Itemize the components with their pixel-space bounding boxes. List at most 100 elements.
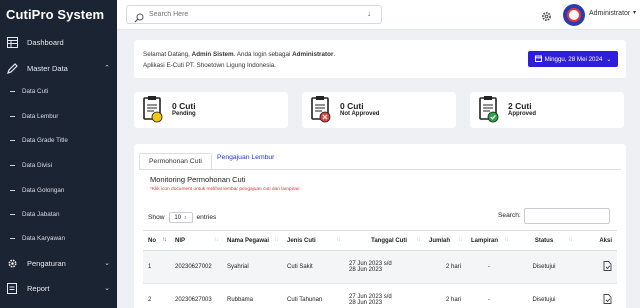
sidebar-sub-label: Data Cuti (22, 87, 49, 95)
col-header-jumlah[interactable]: Jumlah ↑↓ (424, 230, 466, 251)
col-header-status[interactable]: Status ↑↓ (512, 230, 576, 251)
sidebar-item-data-grade-title[interactable]: Data Grade Title (0, 135, 117, 145)
search-input[interactable] (149, 11, 349, 18)
date-button[interactable]: Minggu, 28 Mei 2024 ⌄ (528, 51, 618, 67)
sidebar-item-master-data[interactable]: Master Data ⌃ (0, 61, 117, 75)
sort-icon: ↑↓ (336, 237, 341, 243)
sort-icon: ↑↓ (274, 237, 279, 243)
table-header-row: No ↑↓ NIP ↑↓ Nama Pegawai ↑↓ Jenis Cuti ↑↓ T… (143, 230, 617, 251)
avatar[interactable] (563, 4, 585, 26)
table-search-label: Search: (498, 212, 521, 219)
sidebar-item-label: Master Data (27, 63, 68, 73)
sort-icon: ↑↓ (162, 237, 167, 243)
user-name[interactable]: Administrator (589, 10, 630, 17)
sidebar-item-data-cuti[interactable]: Data Cuti (0, 86, 117, 96)
cell-tanggal: 27 Jun 2023 s/d 28 Jun 2023 (344, 250, 424, 284)
col-header-nama[interactable]: Nama Pegawai ↑↓ (222, 230, 282, 251)
cell-no: 1 (143, 250, 170, 284)
sidebar-item-data-divisi[interactable]: Data Divisi (0, 160, 117, 170)
settings-gear-icon[interactable] (541, 9, 552, 21)
tab-pengajuan-lembur[interactable]: Pengajuan Lembur (217, 154, 274, 161)
welcome-role: Administrator (292, 51, 334, 58)
welcome-message: Selamat Datang, Admin Sistem. Anda login… (143, 51, 336, 58)
stat-count: 2 Cuti (508, 101, 532, 111)
stat-label: Approved (508, 111, 537, 117)
sort-icon: ↑↓ (458, 237, 463, 243)
stat-count: 0 Cuti (340, 101, 364, 111)
brand-logo: CutiPro System (6, 7, 105, 22)
dashboard-icon (6, 36, 18, 48)
entries-select[interactable]: 10 ↕ (168, 212, 193, 223)
stat-label: Not Approved (340, 111, 380, 117)
sidebar-sub-label: Data Lembur (22, 112, 59, 120)
sidebar-sub-label: Data Jabatan (22, 210, 60, 218)
clipboard-pending-icon (142, 95, 164, 123)
sidebar-item-label: Report (27, 283, 50, 293)
stat-card-approved: 2 Cuti Approved (470, 92, 624, 128)
cell-jumlah: 2 hari (424, 250, 466, 284)
panel-title: Monitoring Permohonan Cuti (150, 175, 246, 184)
col-header-jenis[interactable]: Jenis Cuti ↑↓ (282, 230, 344, 251)
col-header-no[interactable]: No ↑↓ (143, 230, 170, 251)
main-panel: Permohonan Cuti Pengajuan Lembur Monitor… (134, 144, 626, 308)
cell-aksi (576, 250, 617, 284)
stat-count: 0 Cuti (172, 101, 196, 111)
welcome-app-info: Aplikasi E-Cuti PT. Shoetown Ligung Indo… (143, 62, 277, 69)
cell-nama: Rubbama (222, 283, 282, 308)
sort-icon: ↑↓ (214, 237, 219, 243)
cell-status: Disetujui (512, 250, 576, 284)
gear-icon (6, 257, 18, 269)
cell-lampiran: - (466, 250, 512, 284)
search-icon (134, 10, 144, 22)
document-icon[interactable] (603, 261, 612, 273)
sidebar-item-report[interactable]: Report ⌄ (0, 281, 117, 295)
sidebar-sub-label: Data Karyawan (22, 234, 66, 242)
entries-label: entries (196, 214, 217, 221)
tab-permohonan-cuti[interactable]: Permohonan Cuti (139, 153, 212, 169)
pencil-icon (6, 62, 18, 74)
col-header-aksi[interactable]: Aksi (576, 230, 617, 251)
chevron-down-icon: ⌄ (104, 260, 110, 267)
entries-control: Show 10 ↕ entries (148, 212, 216, 223)
stat-label: Pending (172, 111, 196, 117)
caret-down-icon[interactable]: ▾ (633, 9, 636, 16)
table-row: 1 20230627002 Syahrial Cuti Sakit 27 Jun… (143, 250, 617, 284)
date-label: Minggu, 28 Mei 2024 (544, 55, 603, 63)
chevron-down-icon: ⌄ (104, 285, 110, 292)
clipboard-rejected-icon (310, 95, 332, 123)
report-icon (6, 282, 18, 294)
col-header-nip[interactable]: NIP ↑↓ (170, 230, 222, 251)
chevron-up-icon: ⌃ (104, 65, 110, 72)
entries-value: 10 (174, 214, 182, 221)
leave-table: No ↑↓ NIP ↑↓ Nama Pegawai ↑↓ Jenis Cuti ↑↓ T… (143, 230, 617, 308)
document-icon[interactable] (603, 294, 612, 306)
clipboard-approved-icon (478, 95, 500, 123)
sidebar: CutiPro System Dashboard Master Data ⌃ D… (0, 0, 117, 308)
search-bar[interactable]: ↓ (126, 5, 382, 24)
cell-nip: 20230627002 (170, 250, 222, 284)
sidebar-item-label: Dashboard (27, 37, 64, 47)
sidebar-item-data-lembur[interactable]: Data Lembur (0, 111, 117, 121)
sidebar-item-dashboard[interactable]: Dashboard (0, 35, 117, 49)
cell-status: Disetujui (512, 283, 576, 308)
cell-jumlah: 2 hari (424, 283, 466, 308)
cell-no: 2 (143, 283, 170, 308)
col-header-tanggal[interactable]: Tanggal Cuti ↑↓ (344, 230, 424, 251)
sort-icon: ↑↓ (504, 237, 509, 243)
table-search-input[interactable] (524, 208, 610, 224)
sidebar-item-data-jabatan[interactable]: Data Jabatan (0, 209, 117, 219)
cell-aksi (576, 283, 617, 308)
sidebar-item-pengaturan[interactable]: Pengaturan ⌄ (0, 256, 117, 270)
sidebar-item-data-karyawan[interactable]: Data Karyawan (0, 233, 117, 243)
table-row: 2 20230627003 Rubbama Cuti Tahunan 27 Ju… (143, 283, 617, 308)
chevron-down-icon: ⌄ (606, 56, 612, 63)
stat-card-pending: 0 Cuti Pending (134, 92, 288, 128)
sidebar-item-label: Pengaturan (27, 258, 66, 268)
col-header-lampiran[interactable]: Lampiran ↑↓ (466, 230, 512, 251)
sidebar-item-data-golongan[interactable]: Data Golongan (0, 185, 117, 195)
arrow-down-icon: ↓ (367, 9, 371, 18)
top-bar: ↓ Administrator ▾ (117, 0, 640, 30)
cell-lampiran: - (466, 283, 512, 308)
sidebar-sub-label: Data Golongan (22, 186, 65, 194)
cell-nip: 20230627003 (170, 283, 222, 308)
